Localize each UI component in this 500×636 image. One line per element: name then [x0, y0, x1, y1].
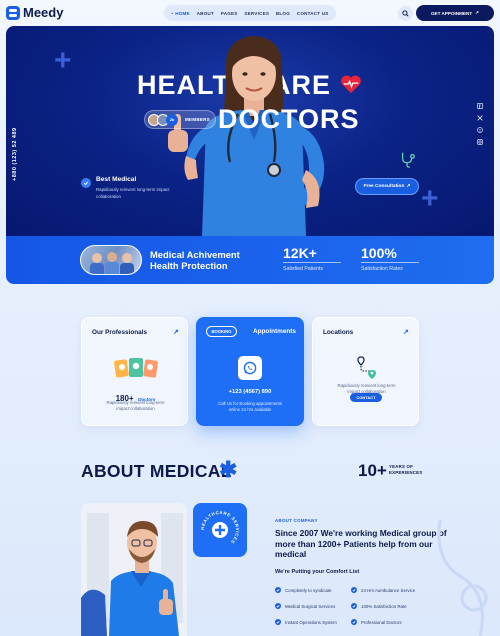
feature-label: Medical Surgical Services [285, 603, 336, 609]
main-nav: HOME ABOUT PAGES SERVICES BLOG CONTACT U… [164, 5, 336, 21]
check-icon [275, 619, 281, 625]
booking-text: Call Us for Booking appointments online … [218, 401, 282, 413]
achievement-title-line2: Health Protection [150, 260, 228, 271]
stethoscope-outline-decoration [437, 520, 488, 636]
feature-item: Medical Surgical Services [275, 603, 335, 609]
stethoscope-icon [401, 152, 415, 168]
stat-divider [361, 262, 419, 263]
locations-card[interactable]: Locations ↗ Rapidiously reinvent long-te… [312, 317, 419, 426]
site-header: Meedy HOME ABOUT PAGES SERVICES BLOG CON… [0, 0, 500, 26]
whatsapp-icon [243, 361, 257, 375]
achievement-title-line1: Medical Achivement [150, 249, 240, 260]
check-icon [275, 587, 281, 593]
doctor-cards-icon [114, 358, 158, 378]
professionals-card[interactable]: Our Professionals ↗ 180+ Doctors Rapidio… [81, 317, 188, 426]
site-logo[interactable]: Meedy [6, 5, 63, 20]
feature-label: Professional Doctors [361, 619, 402, 625]
nav-services[interactable]: SERVICES [244, 11, 269, 16]
feature-label: 24 Hrs Aumbulance Service [361, 587, 416, 593]
best-medical-text: Rapidiously reinvent long-term impact co… [96, 187, 170, 199]
feature-item: Completely to syndicate [275, 587, 332, 593]
team-photo [80, 245, 142, 275]
about-kicker: ABOUT COMPANY [275, 518, 318, 523]
arrow-up-right-icon[interactable]: ↗ [173, 328, 179, 336]
nav-blog[interactable]: BLOG [276, 11, 290, 16]
doctor-photo [81, 503, 187, 636]
logo-text: Meedy [23, 5, 64, 20]
stat-divider [283, 262, 341, 263]
get-appointment-button[interactable]: GET APPOINMENT ↗ [416, 5, 494, 21]
professionals-title: Our Professionals [92, 329, 148, 336]
free-consultation-label: Free Consultation [363, 184, 405, 189]
members-count: 2k [166, 113, 178, 126]
plus-decoration-icon: + [421, 182, 439, 215]
free-consultation-button[interactable]: Free Consultation ↗ [355, 178, 419, 195]
social-links [477, 103, 483, 145]
feature-label: Completely to syndicate [285, 587, 332, 593]
instagram-icon[interactable] [477, 139, 483, 145]
route-pin-icon [357, 356, 376, 379]
professionals-text: Rapidiously reinvent long-term impact co… [106, 400, 165, 412]
best-medical-title: Best Medical [96, 176, 137, 183]
achievement-bar: Medical Achivement Health Protection 12K… [6, 236, 494, 284]
check-icon [81, 178, 91, 188]
feature-item: Professional Doctors [351, 619, 402, 625]
arrow-up-right-icon: ↗ [406, 184, 411, 189]
check-icon [275, 603, 281, 609]
stat-satisfaction-label: Satisfaction Rates [361, 266, 403, 272]
whatsapp-button[interactable] [238, 356, 262, 380]
locations-title: Locations [323, 329, 354, 336]
members-badge: 2k MEMBERS [144, 110, 216, 129]
pinterest-icon[interactable] [477, 127, 483, 133]
feature-item: 100% Satisfaction Rate [351, 603, 407, 609]
nav-pages[interactable]: PAGES [221, 11, 238, 16]
years-value: 10+ [358, 461, 387, 480]
about-subheading: We're Putting your Comfort List [275, 569, 360, 575]
plus-decoration-icon: + [54, 44, 72, 77]
get-appointment-label: GET APPOINMENT [430, 10, 473, 16]
arrow-up-right-icon[interactable]: ↗ [403, 328, 409, 336]
search-icon [402, 10, 409, 17]
asterisk-icon: ✱ [219, 457, 238, 482]
about-title: ABOUT MEDICAL [81, 461, 232, 481]
achievement-title: Medical Achivement Health Protection [150, 249, 240, 271]
years-label: YEARS OF EXPERIENCES [389, 464, 422, 476]
stat-satisfaction-value: 100% [361, 245, 397, 261]
appointments-title: Appointments [253, 328, 296, 335]
hero-title-line2: DOCTORS [218, 104, 360, 134]
vertical-phone-number[interactable]: +880 (123) 52 489 [12, 127, 18, 181]
logo-icon [6, 5, 20, 20]
booking-phone[interactable]: +123 (4567) 890 [196, 389, 304, 395]
x-icon[interactable] [477, 115, 483, 121]
appointments-card[interactable]: BOOKING Appointments +123 (4567) 890 Cal… [196, 317, 304, 426]
check-icon [351, 587, 357, 593]
nav-about[interactable]: ABOUT [197, 11, 214, 16]
feature-label: Instant Operations System [285, 619, 337, 625]
booking-pill: BOOKING [206, 326, 237, 337]
check-icon [351, 619, 357, 625]
check-icon [351, 603, 357, 609]
feature-item: 24 Hrs Aumbulance Service [351, 587, 415, 593]
arrow-up-right-icon: ↗ [475, 10, 480, 15]
members-label: MEMBERS [185, 117, 210, 122]
facebook-icon[interactable] [477, 103, 483, 109]
healthcare-services-badge: HEALTHCARE SERVICES [193, 503, 247, 557]
feature-item: Instant Operations System [275, 619, 337, 625]
feature-label: 100% Satisfaction Rate [361, 603, 407, 609]
stat-patients-value: 12K+ [283, 245, 317, 261]
hero-section: + + HEALTHCARE DOCTORS [6, 26, 494, 236]
nav-contact[interactable]: CONTACT US [297, 11, 329, 16]
contact-button[interactable]: CONTACT [350, 393, 382, 402]
about-heading: Since 2007 We're working Medical group o… [275, 528, 447, 559]
nav-home[interactable]: HOME [171, 11, 189, 16]
years-label-line2: EXPERIENCES [389, 470, 423, 475]
stat-patients-label: Satisfied Patients [283, 266, 324, 272]
search-button[interactable] [398, 6, 413, 21]
